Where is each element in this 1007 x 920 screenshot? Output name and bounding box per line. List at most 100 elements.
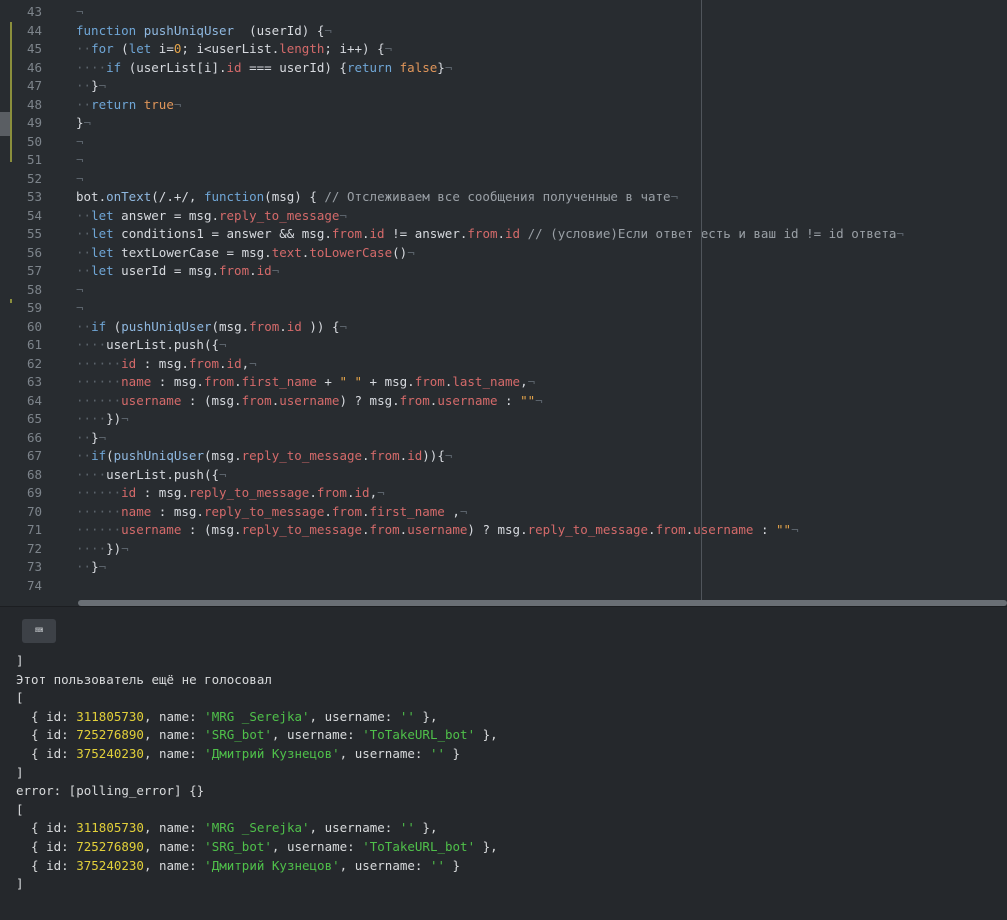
code-line[interactable]: bot.onText(/.+/, function(msg) { // Отсл… <box>76 188 678 207</box>
code-line[interactable]: ··}¬ <box>76 77 106 96</box>
code-token: id <box>121 485 137 500</box>
terminal-token: 'ToTakeURL_bot' <box>362 839 476 854</box>
code-token: bot. <box>76 189 107 204</box>
code-line[interactable]: ····})¬ <box>76 540 129 559</box>
terminal-token: 311805730 <box>76 708 144 724</box>
code-line[interactable]: ··let textLowerCase = msg.text.toLowerCa… <box>76 244 415 263</box>
line-number: 70 <box>26 503 42 519</box>
code-line[interactable]: ¬ <box>76 151 84 170</box>
code-line[interactable]: ··}¬ <box>76 558 106 577</box>
terminal-token: 'SRG_bot' <box>204 727 272 743</box>
code-line[interactable]: function pushUniqUser (userId) {¬ <box>76 22 332 41</box>
code-token: : <box>497 392 521 408</box>
code-token: ; i++) { <box>324 41 385 56</box>
keyboard-button[interactable]: ⌨ <box>22 619 56 643</box>
terminal-token: '' <box>429 746 446 761</box>
code-token: . <box>249 263 257 278</box>
code-line[interactable]: ··if(pushUniqUser(msg.reply_to_message.f… <box>76 447 452 466</box>
terminal-panel[interactable]: ⌨ ] Этот пользователь ещё не голосовал [ {… <box>0 606 1007 920</box>
code-line[interactable]: ¬ <box>76 281 84 300</box>
terminal-token: 'Дмитрий Кузнецов' <box>204 857 340 873</box>
code-token: username <box>121 392 182 408</box>
line-number: 52 <box>26 170 42 186</box>
code-line[interactable]: ··if (pushUniqUser(msg.from.id )) {¬ <box>76 318 347 337</box>
terminal-token: , username: <box>339 746 430 761</box>
line-number: 54 <box>26 207 42 223</box>
code-token: : msg. <box>136 485 189 500</box>
code-token: let <box>91 226 114 241</box>
code-token: }) <box>106 411 122 426</box>
code-token: reply_to_message <box>241 448 363 463</box>
code-line[interactable]: ¬ <box>76 170 84 189</box>
line-number: 65 <box>26 411 42 426</box>
code-line[interactable]: ··}¬ <box>76 429 106 448</box>
code-token: ·· <box>76 244 92 260</box>
code-line[interactable]: ¬ <box>76 299 84 318</box>
code-token: ¬ <box>339 318 348 334</box>
code-token: from <box>655 522 686 537</box>
code-token: "" <box>776 522 792 537</box>
cursor-line-marker <box>0 112 10 136</box>
code-line[interactable]: ······id : msg.reply_to_message.from.id,… <box>76 484 385 503</box>
code-line[interactable]: ····if (userList[i].id === userId) {retu… <box>76 59 452 78</box>
code-token: ·· <box>76 429 92 445</box>
code-token: from <box>219 263 250 278</box>
terminal-line: [ <box>16 801 24 820</box>
line-number: 44 <box>26 22 42 38</box>
code-token: . <box>362 503 370 519</box>
code-line[interactable]: ¬ <box>76 3 84 22</box>
code-area[interactable]: ¬ function pushUniqUser (userId) {¬ ··for … <box>52 0 1007 606</box>
code-token: if <box>91 448 107 463</box>
code-token: from <box>203 374 235 389</box>
code-line[interactable]: }¬ <box>76 114 91 133</box>
code-token: first_name <box>241 374 317 389</box>
code-token: ······ <box>76 355 122 371</box>
code-token: userId = msg. <box>113 263 219 278</box>
code-line[interactable]: ¬ <box>76 133 84 152</box>
code-line[interactable]: ······name : msg.from.first_name + " " +… <box>76 373 535 392</box>
line-number: 69 <box>26 485 42 500</box>
code-token: answer = msg. <box>113 207 219 223</box>
line-number: 73 <box>26 559 42 574</box>
code-token: ( <box>106 448 114 463</box>
code-token: : msg. <box>136 355 189 371</box>
code-token: reply_to_message <box>188 485 310 500</box>
line-number: 55 <box>26 226 42 241</box>
terminal-token: Этот пользователь ещё не голосовал <box>16 671 272 687</box>
code-token: // Отслеживаем все сообщения полученные … <box>324 189 671 204</box>
code-token: ¬ <box>535 392 543 408</box>
git-change-marker <box>10 299 12 303</box>
code-line[interactable]: ····userList.push({¬ <box>76 466 227 485</box>
code-line[interactable]: ··for (let i=0; i<userList.length; i++) … <box>76 40 392 59</box>
code-token: let <box>91 207 114 223</box>
code-line[interactable]: ······name : msg.reply_to_message.from.f… <box>76 503 467 522</box>
code-token: ¬ <box>219 466 227 482</box>
code-token: ¬ <box>76 300 84 315</box>
code-token: ·· <box>76 207 92 223</box>
code-line[interactable]: ··let conditions1 = answer && msg.from.i… <box>76 225 904 244</box>
code-line[interactable]: ······id : msg.from.id,¬ <box>76 355 257 374</box>
code-token: ; i<userList. <box>181 41 280 56</box>
code-line[interactable]: ······username : (msg.from.username) ? m… <box>76 392 543 411</box>
code-line[interactable]: ··let userId = msg.from.id¬ <box>76 262 279 281</box>
code-token: username <box>121 522 182 537</box>
code-line[interactable]: ··let answer = msg.reply_to_message¬ <box>76 207 347 226</box>
terminal-line: { id: 725276890, name: 'SRG_bot', userna… <box>16 838 498 857</box>
code-token: . <box>324 503 332 519</box>
code-line[interactable]: ······username : (msg.reply_to_message.f… <box>76 521 799 540</box>
code-token: + msg. <box>362 374 415 389</box>
code-line[interactable]: ··return true¬ <box>76 96 181 115</box>
code-line[interactable]: ····userList.push({¬ <box>76 336 227 355</box>
code-token: ······ <box>76 374 122 389</box>
code-token: ·· <box>76 318 92 334</box>
code-line[interactable]: ····})¬ <box>76 410 129 429</box>
code-token: conditions1 = answer && msg. <box>113 226 332 241</box>
code-token: for <box>91 41 114 56</box>
code-editor[interactable]: 43 44 45 46 47 48 49 50 51 52 53 54 55 56 57 58 59 60 61 62… <box>0 0 1007 606</box>
code-token: from <box>369 522 400 537</box>
terminal-token: 725276890 <box>76 727 144 743</box>
code-token: userList.push({ <box>106 337 219 352</box>
code-token: last_name <box>452 374 521 389</box>
code-token: username <box>407 522 468 537</box>
code-token: userList.push({ <box>106 466 219 482</box>
